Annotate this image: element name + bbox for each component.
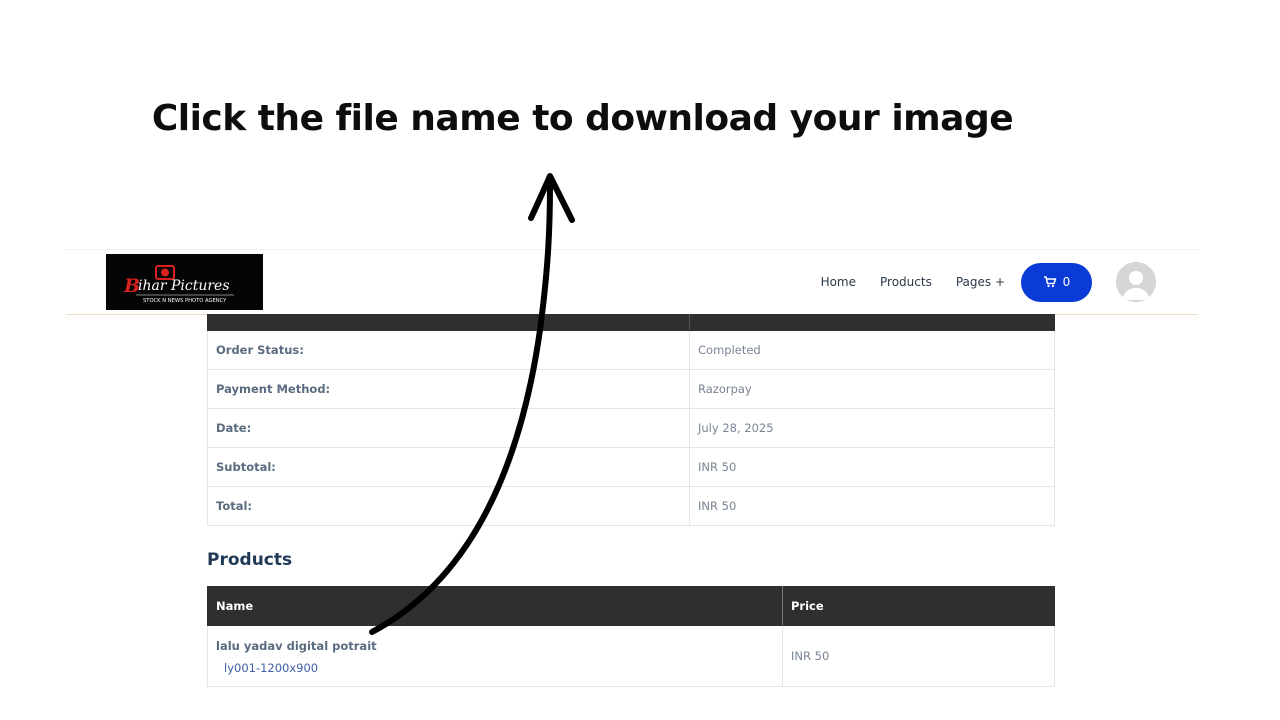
date-value: July 28, 2025 — [689, 408, 1055, 448]
payment-method-value: Razorpay — [689, 369, 1055, 409]
order-details-table: Order Status: Completed Payment Method: … — [207, 314, 1055, 526]
product-price: INR 50 — [782, 625, 1055, 687]
products-table: Name Price lalu yadav digital potrait ly… — [207, 586, 1055, 687]
svg-text:STOCK N NEWS PHOTO AGENCY: STOCK N NEWS PHOTO AGENCY — [143, 298, 227, 304]
nav-pages[interactable]: Pages + — [956, 275, 1005, 289]
product-name: lalu yadav digital potrait — [216, 639, 377, 653]
cart-button[interactable]: 0 — [1021, 262, 1092, 302]
date-label: Date: — [207, 408, 690, 448]
table-row: Total: INR 50 — [207, 486, 1055, 526]
svg-text:ihar Pictures: ihar Pictures — [138, 278, 230, 294]
table-row: Subtotal: INR 50 — [207, 447, 1055, 487]
table-row: Date: July 28, 2025 — [207, 408, 1055, 448]
table-row: lalu yadav digital potrait ly001-1200x90… — [207, 625, 1055, 687]
site-logo[interactable]: B ihar Pictures STOCK N NEWS PHOTO AGENC… — [106, 254, 263, 310]
download-file-link[interactable]: ly001-1200x900 — [224, 661, 774, 675]
payment-method-label: Payment Method: — [207, 369, 690, 409]
logo-graphic: B ihar Pictures STOCK N NEWS PHOTO AGENC… — [106, 254, 263, 310]
total-label: Total: — [207, 486, 690, 526]
user-avatar-icon — [1116, 262, 1156, 302]
cart-icon — [1043, 276, 1056, 288]
user-avatar[interactable] — [1116, 262, 1156, 302]
order-table-header-strip — [207, 314, 1055, 331]
cart-count: 0 — [1062, 275, 1071, 289]
total-value: INR 50 — [689, 486, 1055, 526]
order-status-value: Completed — [689, 330, 1055, 370]
products-table-header: Name Price — [207, 586, 1055, 626]
products-heading: Products — [207, 550, 293, 570]
subtotal-label: Subtotal: — [207, 447, 690, 487]
main-nav: Home Products Pages + 0 — [821, 250, 1198, 314]
headline: Click the file name to download your ima… — [151, 98, 1014, 139]
column-header-name: Name — [207, 586, 783, 626]
nav-products[interactable]: Products — [880, 275, 932, 289]
subtotal-value: INR 50 — [689, 447, 1055, 487]
site-header: B ihar Pictures STOCK N NEWS PHOTO AGENC… — [66, 249, 1198, 315]
table-row: Order Status: Completed — [207, 330, 1055, 370]
nav-home[interactable]: Home — [821, 275, 856, 289]
order-status-label: Order Status: — [207, 330, 690, 370]
product-name-cell: lalu yadav digital potrait ly001-1200x90… — [207, 625, 783, 687]
table-row: Payment Method: Razorpay — [207, 369, 1055, 409]
column-header-price: Price — [782, 586, 1055, 626]
